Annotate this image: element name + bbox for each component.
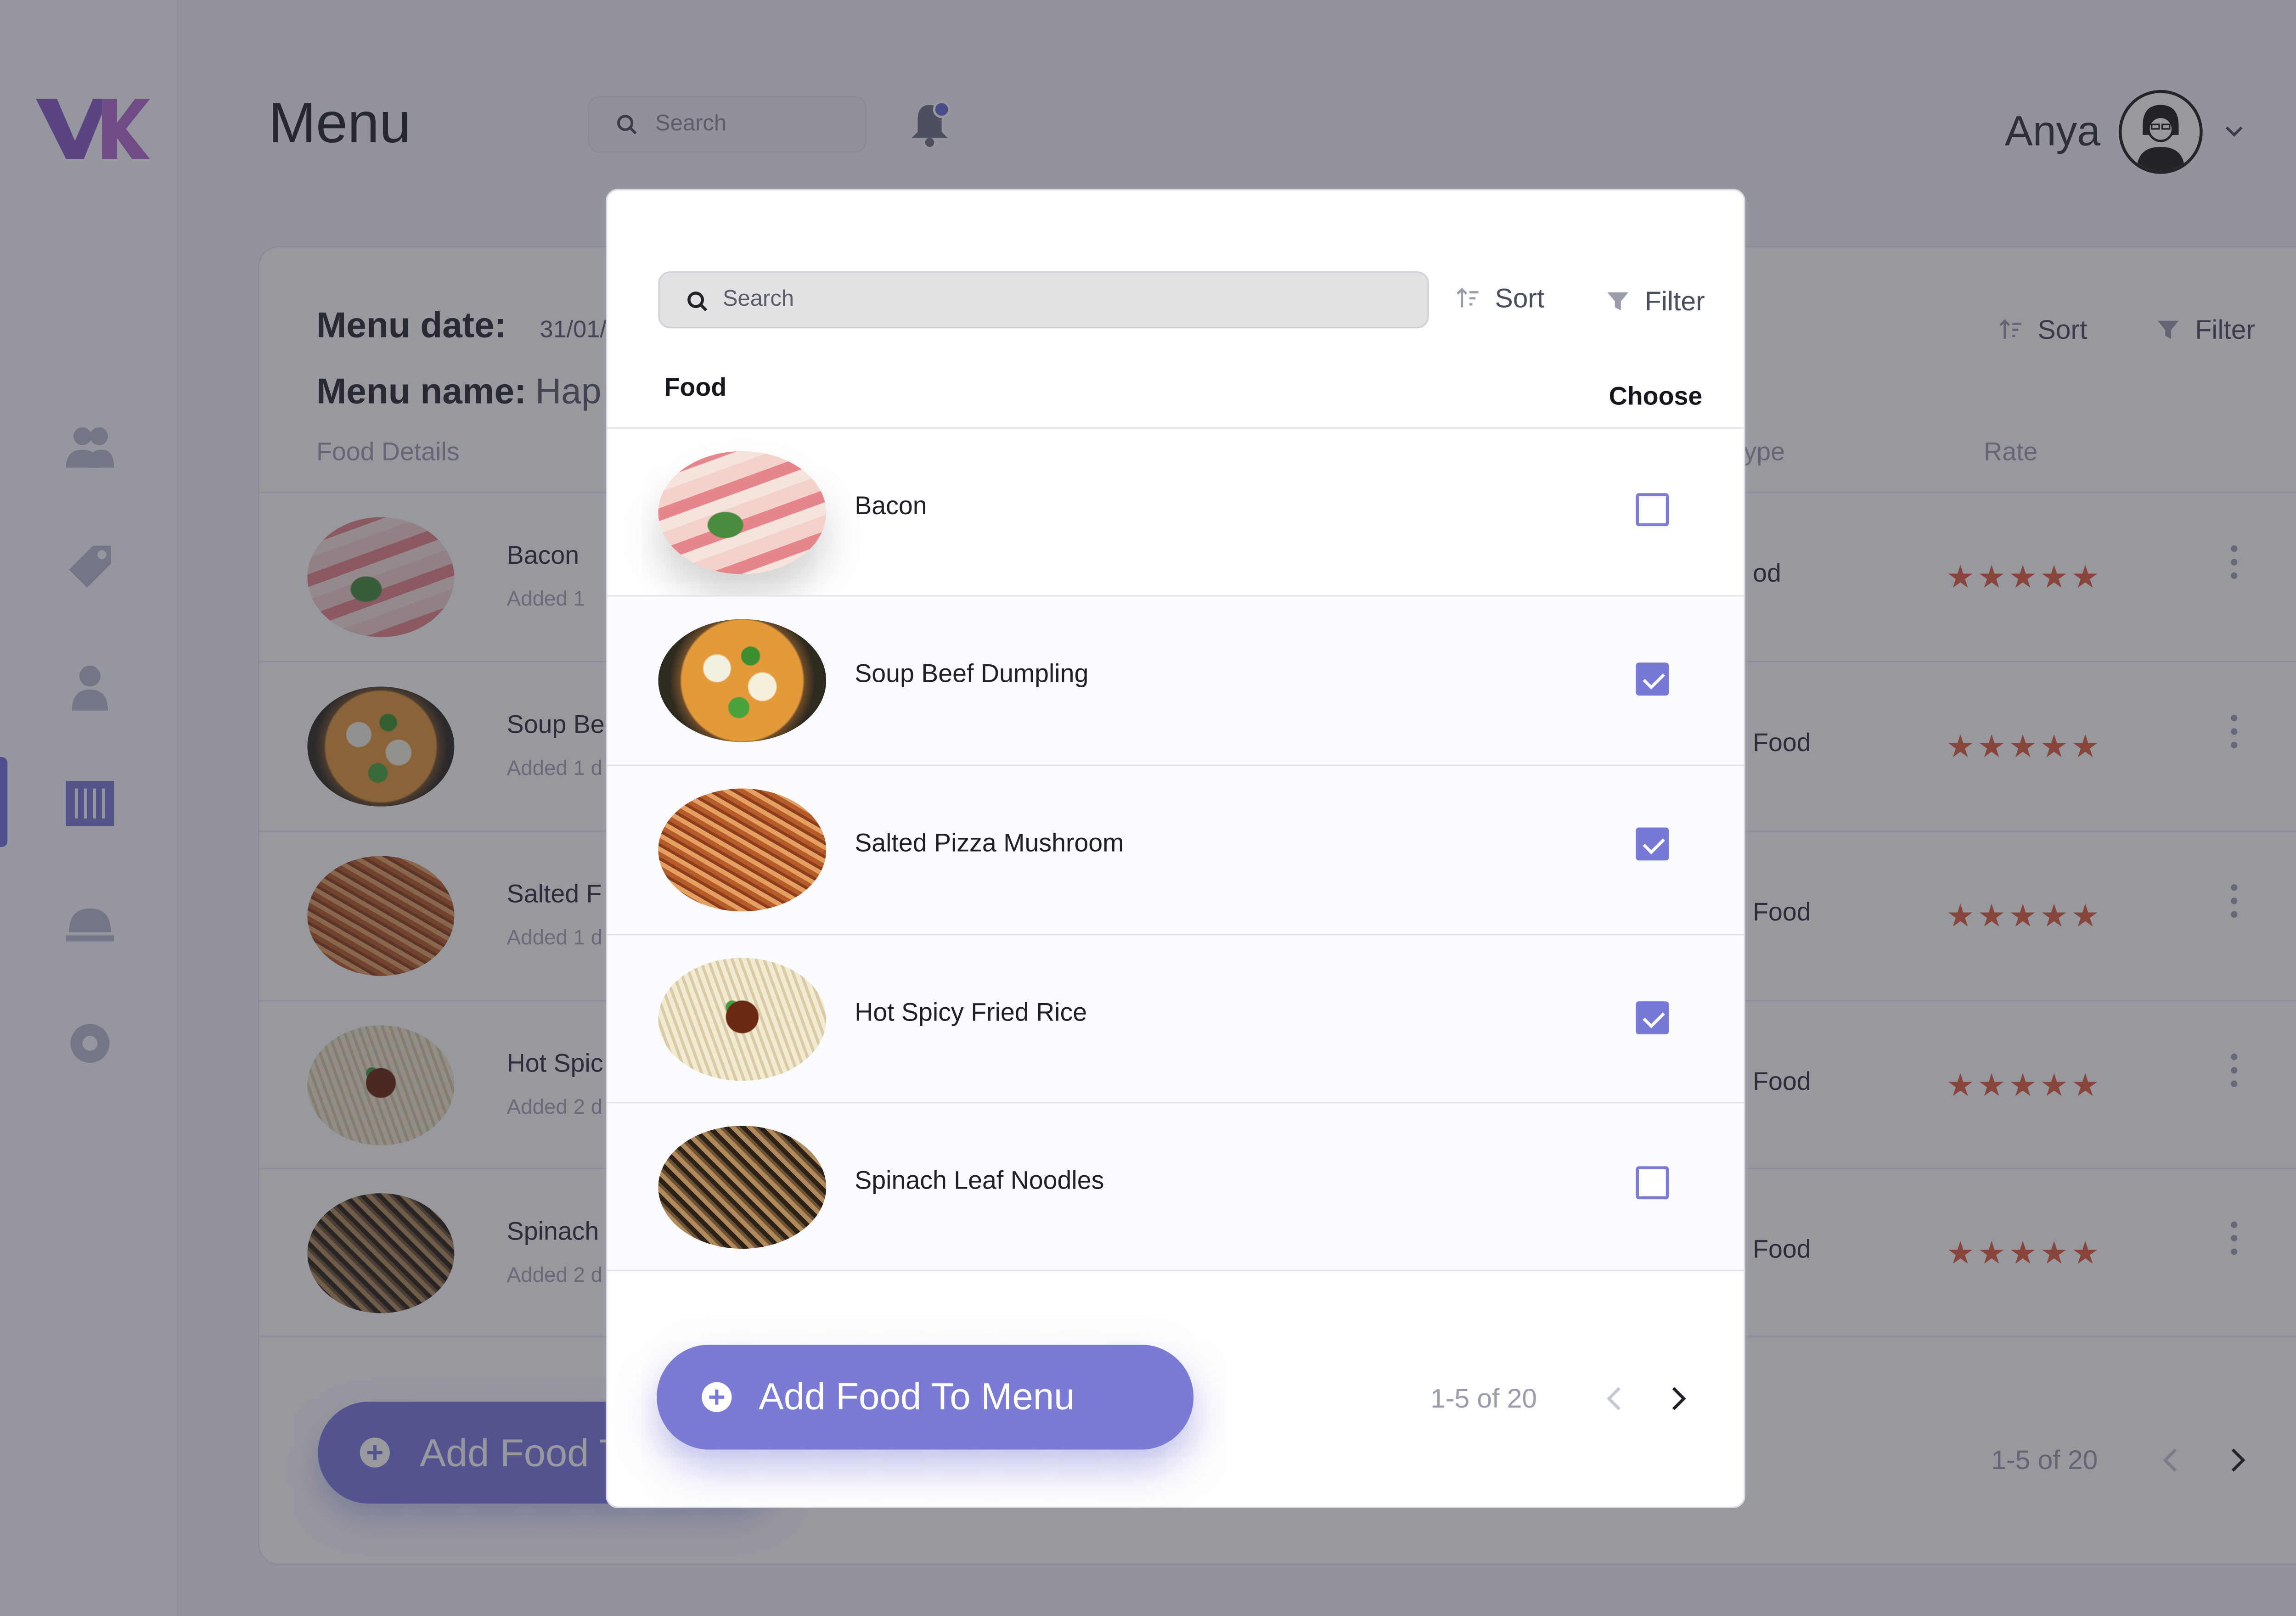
food-name: Spinach Leaf Noodles [855,1166,1104,1195]
food-image [658,451,827,574]
modal-sort-button[interactable]: Sort [1456,283,1545,315]
food-name: Hot Spicy Fried Rice [855,998,1087,1027]
add-food-modal: Search Sort Filter Food Choose Bacon Sou… [606,189,1745,1508]
food-name: Bacon [855,492,927,521]
column-food: Food [664,373,727,402]
choose-checkbox[interactable] [1636,662,1669,696]
plus-circle-icon [702,1382,732,1412]
add-food-to-menu-label: Add Food To Menu [759,1376,1075,1418]
food-image [658,619,827,742]
food-name: Soup Beef Dumpling [855,659,1089,688]
food-image [658,1126,827,1249]
filter-label: Filter [1645,286,1705,316]
search-icon [687,292,708,312]
pagination-info: 1-5 of 20 [1430,1383,1537,1414]
add-food-to-menu-button[interactable]: Add Food To Menu [657,1344,1194,1450]
food-list-item[interactable]: Bacon [607,427,1744,595]
modal-search-input[interactable]: Search [658,271,1429,329]
choose-checkbox[interactable] [1636,827,1669,861]
chevron-right-icon[interactable] [1666,1384,1690,1414]
divider [607,1269,1744,1271]
food-image [658,958,827,1081]
sort-label: Sort [1495,283,1545,314]
sort-icon [1457,287,1479,308]
food-list-item[interactable]: Spinach Leaf Noodles [607,1101,1744,1270]
food-name: Salted Pizza Mushroom [855,829,1124,858]
column-choose: Choose [1609,382,1703,411]
modal-search-placeholder: Search [722,286,794,312]
choose-checkbox[interactable] [1636,1166,1669,1200]
filter-icon [1607,292,1629,310]
modal-filter-button[interactable]: Filter [1606,286,1705,318]
choose-checkbox[interactable] [1636,1001,1669,1035]
chevron-left-icon[interactable] [1603,1384,1627,1414]
food-list-item[interactable]: Soup Beef Dumpling [607,595,1744,763]
food-list-item[interactable]: Salted Pizza Mushroom [607,764,1744,933]
food-list-item[interactable]: Hot Spicy Fried Rice [607,934,1744,1102]
choose-checkbox[interactable] [1636,493,1669,527]
food-image [658,788,827,912]
